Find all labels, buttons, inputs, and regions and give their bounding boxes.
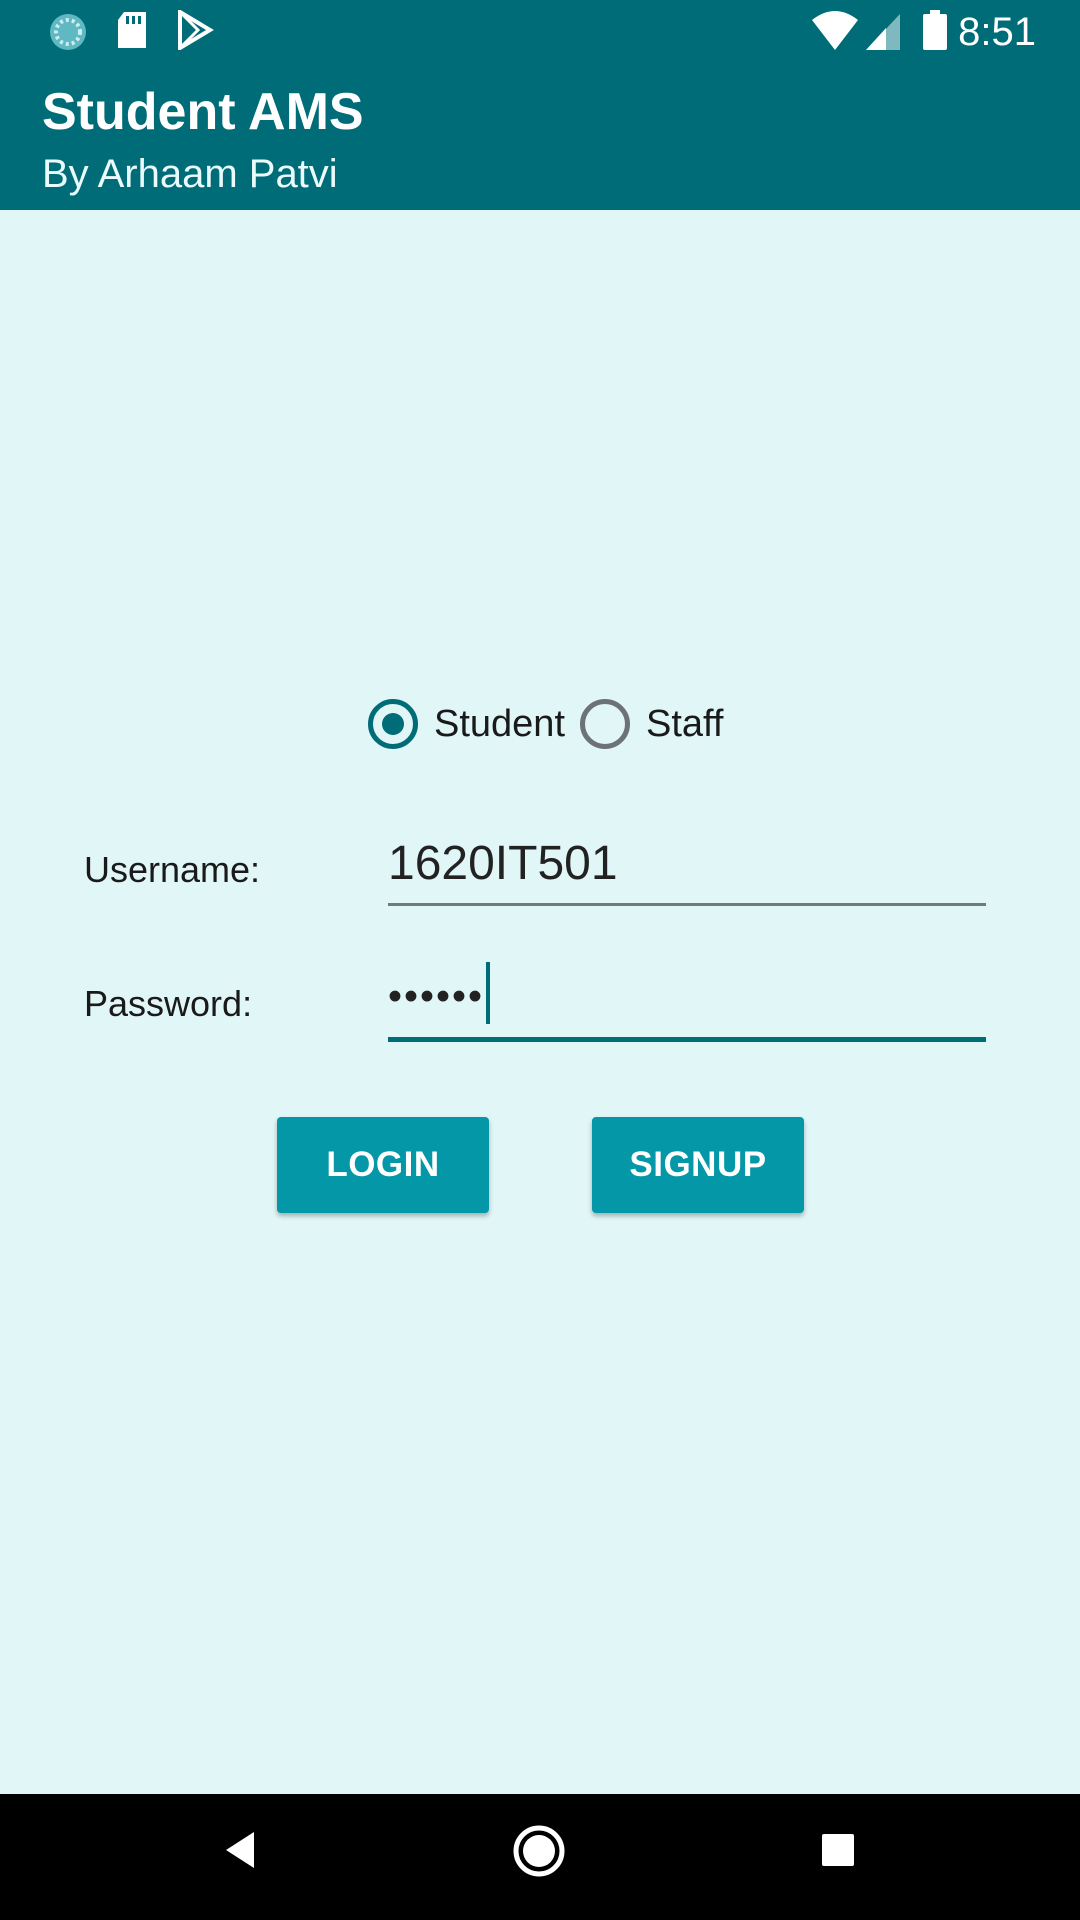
signup-button[interactable]: SIGNUP bbox=[592, 1117, 804, 1213]
sd-card-icon bbox=[114, 10, 150, 55]
status-bar: 8:51 bbox=[0, 0, 1080, 63]
password-label: Password: bbox=[84, 983, 253, 1024]
battery-icon bbox=[922, 10, 948, 57]
play-store-icon bbox=[176, 8, 214, 55]
radio-unchecked-icon bbox=[580, 699, 630, 749]
radio-staff-label: Staff bbox=[646, 703, 724, 745]
username-label: Username: bbox=[84, 849, 261, 890]
radio-student-label: Student bbox=[434, 703, 565, 745]
radio-checked-icon bbox=[368, 699, 418, 749]
sync-icon bbox=[46, 10, 90, 59]
app-subtitle: By Arhaam Patvi bbox=[42, 152, 338, 196]
password-field[interactable]: •••••• bbox=[388, 962, 986, 1042]
username-field[interactable]: 1620IT501 bbox=[388, 836, 986, 906]
app-bar: 8:51 Student AMS By Arhaam Patvi bbox=[0, 0, 1080, 210]
text-caret bbox=[486, 962, 491, 1024]
status-time: 8:51 bbox=[958, 10, 1036, 54]
app-title: Student AMS bbox=[42, 83, 364, 141]
wifi-icon bbox=[810, 10, 860, 57]
navigation-bar bbox=[0, 1794, 1080, 1920]
radio-staff[interactable]: Staff bbox=[580, 698, 723, 750]
radio-student[interactable]: Student bbox=[368, 698, 565, 750]
login-button[interactable]: LOGIN bbox=[277, 1117, 489, 1213]
password-value: •••••• bbox=[388, 974, 485, 1019]
recents-icon[interactable] bbox=[820, 1832, 856, 1873]
cell-signal-icon bbox=[864, 10, 902, 57]
home-icon[interactable] bbox=[512, 1824, 566, 1883]
username-value: 1620IT501 bbox=[388, 837, 618, 890]
back-icon[interactable] bbox=[222, 1828, 258, 1877]
